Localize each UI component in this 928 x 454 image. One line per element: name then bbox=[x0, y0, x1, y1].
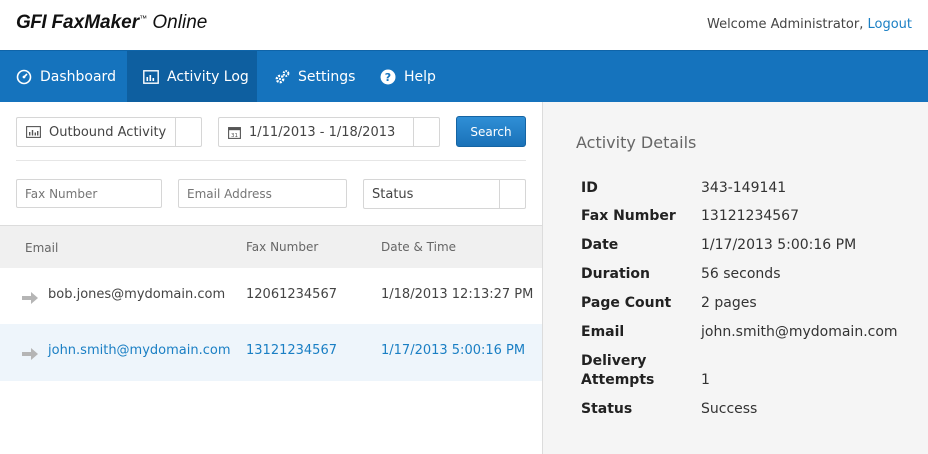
app-logo: GFI FaxMaker™ Online bbox=[16, 12, 207, 34]
detail-label-page-count: Page Count bbox=[581, 295, 672, 311]
detail-label-attempts: Attempts bbox=[581, 372, 655, 388]
detail-label-email: Email bbox=[581, 324, 625, 340]
row-fax-number: 12061234567 bbox=[246, 287, 337, 302]
activity-type-select[interactable]: Outbound Activity bbox=[16, 117, 202, 147]
date-range-value: 1/11/2013 - 1/18/2013 bbox=[249, 124, 396, 140]
date-range-dropdown-toggle[interactable] bbox=[413, 118, 439, 146]
detail-value-duration: 56 seconds bbox=[701, 266, 781, 282]
settings-gears-icon bbox=[274, 69, 290, 85]
nav-dashboard[interactable]: Dashboard bbox=[0, 51, 127, 102]
column-header-date-time[interactable]: Date & Time bbox=[381, 240, 456, 254]
logout-link[interactable]: Logout bbox=[867, 17, 912, 32]
activity-details-panel: Activity Details ID 343-149141 Fax Numbe… bbox=[542, 102, 928, 454]
nav-help[interactable]: ? Help bbox=[364, 51, 454, 102]
detail-value-delivery-attempts: 1 bbox=[701, 372, 710, 388]
row-email: john.smith@mydomain.com bbox=[48, 343, 231, 358]
nav-activity-log[interactable]: Activity Log bbox=[127, 51, 257, 102]
welcome-message: Welcome Administrator, Logout bbox=[707, 17, 912, 32]
svg-text:31: 31 bbox=[231, 132, 238, 138]
logo-gfi: GFI bbox=[16, 12, 47, 33]
detail-label-id: ID bbox=[581, 180, 598, 196]
help-icon: ? bbox=[380, 69, 396, 85]
main-nav: Dashboard Activity Log Settings ? Help bbox=[0, 50, 928, 102]
nav-dashboard-label: Dashboard bbox=[40, 68, 116, 85]
table-row[interactable]: bob.jones@mydomain.com 12061234567 1/18/… bbox=[0, 268, 542, 325]
date-range-picker[interactable]: 31 1/11/2013 - 1/18/2013 bbox=[218, 117, 440, 147]
detail-label-delivery: Delivery bbox=[581, 353, 647, 369]
detail-value-status: Success bbox=[701, 401, 758, 417]
details-title: Activity Details bbox=[576, 133, 697, 152]
activity-type-value: Outbound Activity bbox=[49, 124, 167, 140]
detail-value-fax-number: 13121234567 bbox=[701, 208, 799, 224]
column-header-email[interactable]: Email bbox=[25, 241, 58, 255]
fax-number-input[interactable] bbox=[16, 179, 162, 208]
detail-value-date: 1/17/2013 5:00:16 PM bbox=[701, 237, 857, 253]
nav-activity-log-label: Activity Log bbox=[167, 68, 249, 85]
row-date-time: 1/18/2013 12:13:27 PM bbox=[381, 287, 534, 302]
calendar-icon: 31 bbox=[228, 126, 241, 139]
detail-label-date: Date bbox=[581, 237, 619, 253]
activity-list-panel: Outbound Activity 31 1/11/2013 - 1/18/20… bbox=[0, 102, 542, 454]
logo-online: Online bbox=[152, 12, 208, 33]
column-header-fax-number[interactable]: Fax Number bbox=[246, 240, 318, 254]
filter-divider bbox=[16, 160, 526, 161]
detail-value-id: 343-149141 bbox=[701, 180, 787, 196]
outbound-arrow-icon bbox=[22, 345, 38, 364]
activity-log-icon bbox=[143, 69, 159, 85]
status-select-value: Status bbox=[372, 186, 414, 202]
logo-trademark: ™ bbox=[139, 14, 148, 23]
nav-settings-label: Settings bbox=[298, 68, 356, 85]
activity-chart-icon bbox=[26, 126, 41, 138]
outbound-arrow-icon bbox=[22, 289, 38, 308]
detail-value-email: john.smith@mydomain.com bbox=[701, 324, 898, 340]
search-button[interactable]: Search bbox=[456, 116, 526, 147]
row-fax-number: 13121234567 bbox=[246, 343, 337, 358]
logo-faxmaker: FaxMaker bbox=[51, 12, 140, 33]
dashboard-icon bbox=[16, 69, 32, 85]
detail-label-fax-number: Fax Number bbox=[581, 208, 676, 224]
welcome-text: Welcome Administrator, bbox=[706, 17, 864, 32]
activity-type-dropdown-toggle[interactable] bbox=[175, 118, 201, 146]
detail-value-page-count: 2 pages bbox=[701, 295, 757, 311]
status-select[interactable]: Status bbox=[363, 179, 526, 209]
table-header: Email Fax Number Date & Time bbox=[0, 225, 542, 268]
detail-label-status: Status bbox=[581, 401, 633, 417]
detail-label-duration: Duration bbox=[581, 266, 651, 282]
nav-help-label: Help bbox=[404, 68, 436, 85]
email-address-input[interactable] bbox=[178, 179, 347, 208]
nav-settings[interactable]: Settings bbox=[258, 51, 366, 102]
status-dropdown-toggle[interactable] bbox=[499, 180, 525, 208]
row-date-time: 1/17/2013 5:00:16 PM bbox=[381, 343, 526, 358]
table-row-selected[interactable]: john.smith@mydomain.com 13121234567 1/17… bbox=[0, 324, 542, 381]
row-email: bob.jones@mydomain.com bbox=[48, 287, 226, 302]
header: GFI FaxMaker™ Online Welcome Administrat… bbox=[0, 0, 928, 50]
svg-text:?: ? bbox=[385, 71, 391, 84]
